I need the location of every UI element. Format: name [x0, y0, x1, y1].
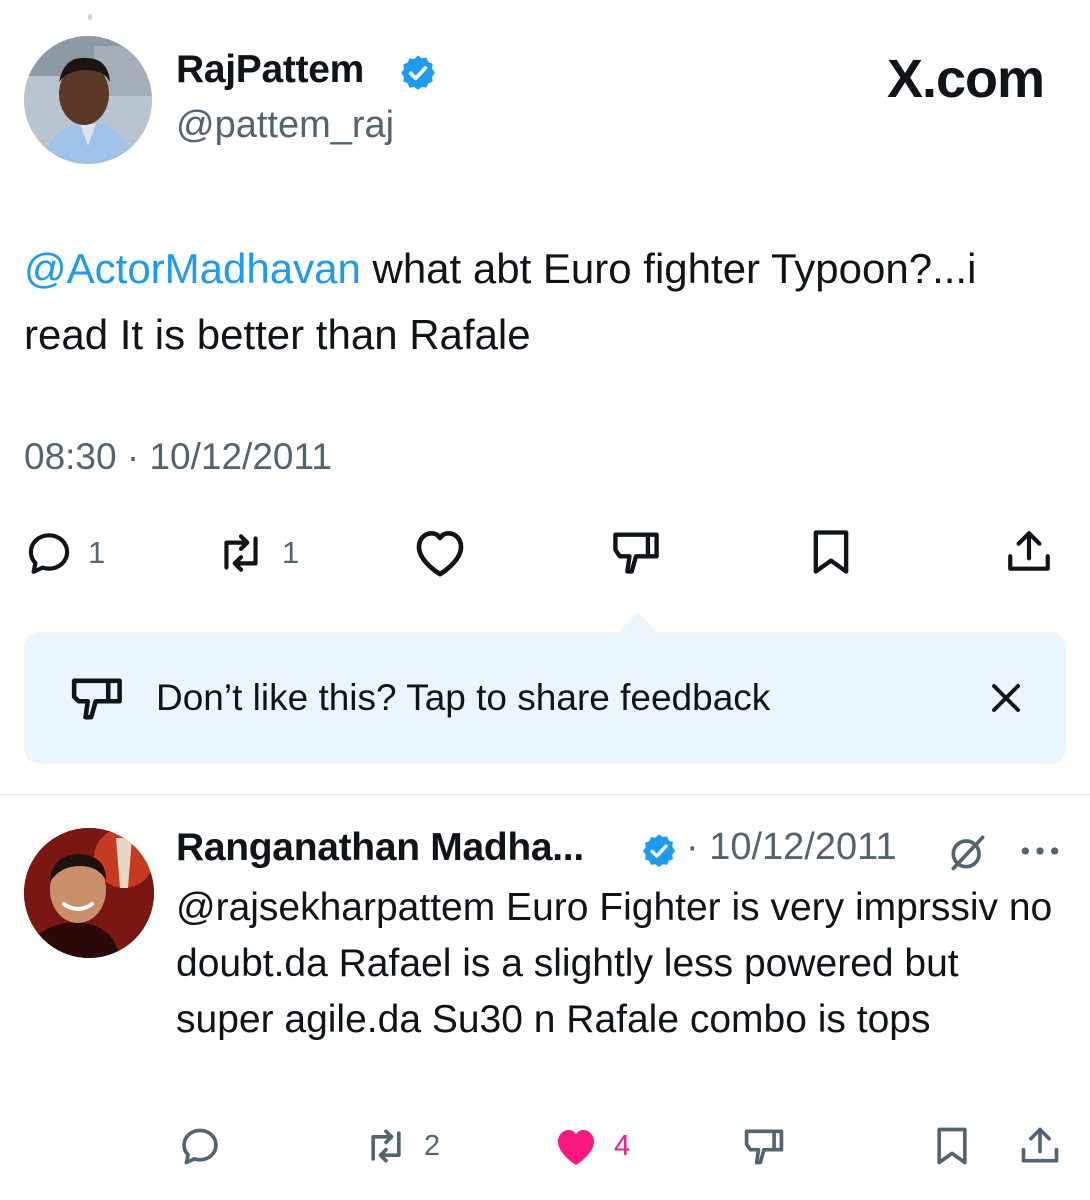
share-icon: [1008, 531, 1050, 571]
like-icon: [558, 1130, 594, 1165]
bookmark-icon: [937, 1127, 967, 1165]
share-button[interactable]: [1018, 1124, 1062, 1168]
verified-badge-icon: [640, 832, 678, 870]
bookmark-button[interactable]: [808, 526, 854, 578]
repost-icon: [371, 1129, 401, 1163]
dislike-icon: [70, 674, 126, 729]
feedback-pointer: [618, 612, 658, 633]
like-icon: [416, 531, 464, 577]
top-indicator: [88, 14, 92, 20]
share-icon: [1021, 1127, 1059, 1163]
tweet-text: @ActorMadhavan what abt Euro fighter Typ…: [24, 236, 1064, 368]
more-icon[interactable]: [1018, 836, 1062, 871]
dislike-button[interactable]: [610, 526, 662, 578]
repost-button[interactable]: 1: [214, 528, 299, 578]
bookmark-icon: [813, 530, 849, 574]
reply-count: 1: [88, 535, 106, 570]
reply-author-name[interactable]: Ranganathan Madha...: [176, 826, 584, 870]
reply-button[interactable]: [178, 1124, 222, 1168]
author-handle[interactable]: @pattem_raj: [176, 104, 394, 147]
reply-icon: [28, 533, 70, 574]
author-avatar[interactable]: [24, 36, 152, 164]
reply-icon: [182, 1128, 218, 1165]
reply-button[interactable]: 1: [24, 528, 105, 578]
like-count: 4: [614, 1129, 631, 1162]
repost-icon: [224, 534, 258, 572]
dislike-icon: [744, 1129, 784, 1165]
bookmark-button[interactable]: [932, 1124, 972, 1168]
repost-count: 2: [424, 1129, 441, 1162]
close-icon[interactable]: [988, 680, 1024, 721]
reply-date[interactable]: · 10/12/2011: [686, 826, 897, 869]
verified-badge-icon: [398, 53, 438, 93]
share-button[interactable]: [1004, 526, 1054, 578]
author-name[interactable]: RajPattem: [176, 48, 364, 92]
reply-text: @rajsekharpattem Euro Fighter is very im…: [176, 886, 1053, 1041]
like-button[interactable]: [412, 526, 468, 578]
like-button[interactable]: 4: [552, 1124, 630, 1168]
brand-label: X.com: [886, 49, 1045, 109]
repost-count: 1: [282, 535, 300, 570]
reply-author-avatar[interactable]: [24, 828, 154, 958]
mention-link[interactable]: @ActorMadhavan: [24, 245, 361, 292]
dislike-button[interactable]: [742, 1124, 786, 1168]
grok-icon[interactable]: [946, 830, 990, 879]
divider: [0, 794, 1090, 795]
tweet-timestamp[interactable]: 08:30 · 10/12/2011: [24, 436, 332, 478]
dislike-icon: [613, 532, 659, 574]
repost-button[interactable]: 2: [362, 1124, 440, 1168]
feedback-prompt[interactable]: Don’t like this? Tap to share feedback: [156, 677, 770, 719]
